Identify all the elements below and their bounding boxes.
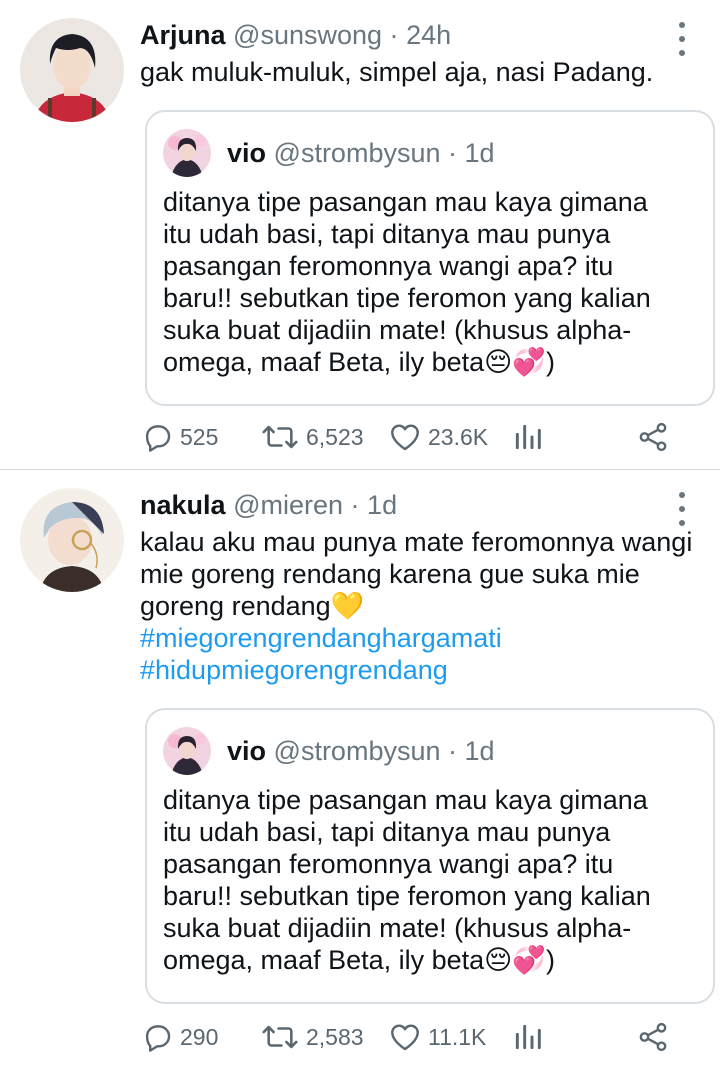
reply-icon [145,425,171,452]
reply-button[interactable]: 525 [140,420,218,454]
heart-icon [391,424,419,451]
retweet-icon [262,425,298,449]
hashtag-link[interactable]: #hidupmiegorengrendang [140,654,700,686]
timestamp[interactable]: 24h [406,20,451,50]
tweet-header: Arjuna @sunswong · 24h [140,20,451,51]
reply-button[interactable]: 290 [140,1020,218,1054]
separator-dot: · [448,138,458,168]
share-icon [639,422,667,452]
author-name[interactable]: nakula [140,490,226,520]
retweet-button[interactable]: 2,583 [260,1020,364,1054]
reply-count: 290 [180,1023,219,1050]
quote-author-handle: @strombysun [273,736,441,766]
timestamp[interactable]: 1d [367,490,397,520]
author-name[interactable]: Arjuna [140,20,226,50]
avatar[interactable] [20,18,124,122]
more-options-icon[interactable] [674,22,690,56]
tweet-actions: 290 2,583 11.1K [140,1020,700,1060]
share-icon [639,1022,667,1052]
like-count: 11.1K [428,1023,487,1050]
quote-author-handle: @strombysun [273,138,441,168]
reply-count: 525 [180,423,219,450]
analytics-icon [515,424,541,450]
tweet-text: gak muluk-muluk, simpel aja, nasi Padang… [140,57,654,87]
separator-dot: · [448,736,458,766]
quote-header: vio @strombysun · 1d [227,736,495,767]
separator-dot: · [350,490,360,520]
analytics-button[interactable] [512,420,550,454]
more-options-icon[interactable] [674,492,690,526]
author-handle[interactable]: @mieren [233,490,343,520]
quoted-tweet[interactable]: vio @strombysun · 1d ditanya tipe pasang… [145,708,715,1004]
analytics-icon [515,1024,541,1050]
separator-dot: · [389,20,399,50]
quote-avatar [163,727,211,775]
quote-author-name: vio [227,736,267,766]
retweet-count: 2,583 [306,1023,364,1050]
tweet-text: kalau aku mau punya mate feromonnya wang… [140,527,693,621]
reply-icon [145,1025,171,1052]
quote-author-name: vio [227,138,267,168]
avatar[interactable] [20,488,124,592]
quoted-tweet[interactable]: vio @strombysun · 1d ditanya tipe pasang… [145,110,715,406]
tweet[interactable]: nakula @mieren · 1d kalau aku mau punya … [0,470,720,1067]
like-count: 23.6K [428,423,489,450]
like-button[interactable]: 23.6K [388,420,488,454]
retweet-icon [262,1025,298,1049]
tweet-actions: 525 6,523 23.6K [140,420,700,460]
hashtag-link[interactable]: #miegorengrendanghargamati [140,622,700,654]
tweet-text-block: kalau aku mau punya mate feromonnya wang… [140,526,700,686]
quote-text: ditanya tipe pasangan mau kaya gimana it… [163,785,651,975]
analytics-button[interactable] [512,1020,550,1054]
like-button[interactable]: 11.1K [388,1020,486,1054]
share-button[interactable] [636,420,676,454]
quote-timestamp: 1d [464,138,495,168]
tweet-header: nakula @mieren · 1d [140,490,397,521]
quote-text: ditanya tipe pasangan mau kaya gimana it… [163,187,651,377]
quote-timestamp: 1d [464,736,495,766]
quote-header: vio @strombysun · 1d [227,138,495,169]
tweet[interactable]: Arjuna @sunswong · 24h gak muluk-muluk, … [0,0,720,470]
retweet-button[interactable]: 6,523 [260,420,364,454]
quote-avatar [163,129,211,177]
retweet-count: 6,523 [306,423,364,450]
heart-icon [391,1024,419,1051]
author-handle[interactable]: @sunswong [233,20,382,50]
share-button[interactable] [636,1020,676,1054]
